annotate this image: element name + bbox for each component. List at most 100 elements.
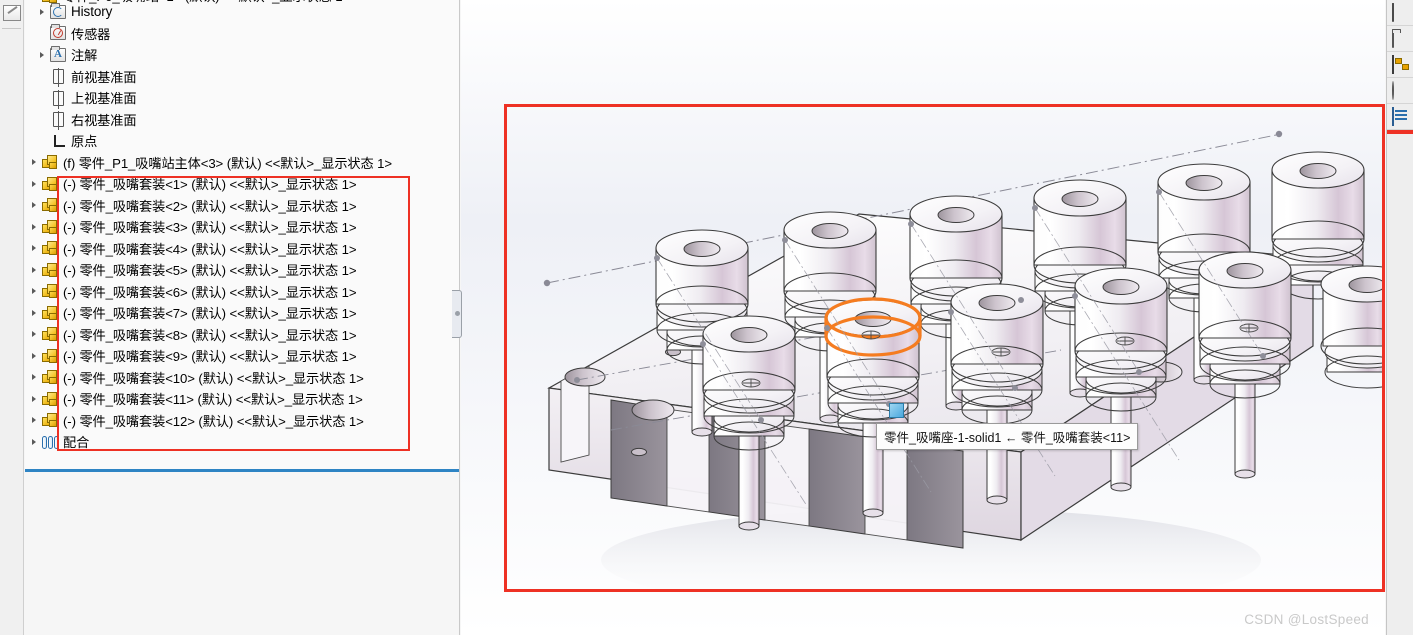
no-arrow-spacer xyxy=(35,23,48,45)
right-task-rail xyxy=(1386,0,1413,635)
tree-row-label: (-) 零件_吸嘴套装<2> (默认) <<默认>_显示状态 1> xyxy=(63,198,357,214)
history-folder-icon xyxy=(48,2,68,21)
no-arrow-spacer xyxy=(35,109,48,131)
graphics-viewport[interactable]: 零件_吸嘴座-1-solid1 ← 零件_吸嘴套装<11> CSDN @Lost… xyxy=(461,0,1385,635)
tree-row-label: (-) 零件_吸嘴套装<10> (默认) <<默认>_显示状态 1> xyxy=(63,370,364,386)
expand-arrow-icon[interactable] xyxy=(27,345,40,367)
tree-row-top-plane[interactable]: 上视基准面 xyxy=(25,87,459,109)
tree-row-nozzle-kit-1[interactable]: (-) 零件_吸嘴套装<1> (默认) <<默认>_显示状态 1> xyxy=(25,173,459,195)
expand-arrow-icon[interactable] xyxy=(27,238,40,260)
plane-icon xyxy=(48,67,68,88)
annotation-folder-icon: A xyxy=(48,45,68,64)
expand-arrow-icon[interactable] xyxy=(27,259,40,281)
tree-row-nozzle-kit-5[interactable]: (-) 零件_吸嘴套装<5> (默认) <<默认>_显示状态 1> xyxy=(25,259,459,281)
tree-row-label: 配合 xyxy=(63,435,90,451)
sensor-folder-icon xyxy=(48,24,68,42)
tree-row-label: 右视基准面 xyxy=(71,112,137,128)
panel-splitter-handle[interactable] xyxy=(452,290,464,338)
expand-arrow-icon[interactable] xyxy=(35,1,48,23)
plane-icon xyxy=(48,89,68,109)
origin-icon xyxy=(48,132,68,150)
expand-arrow-icon[interactable] xyxy=(27,388,40,410)
tree-row-nozzle-kit-3[interactable]: (-) 零件_吸嘴套装<3> (默认) <<默认>_显示状态 1> xyxy=(25,216,459,238)
tree-row-label: (-) 零件_吸嘴套装<11> (默认) <<默认>_显示状态 1> xyxy=(63,392,363,408)
left-command-rail xyxy=(0,0,24,635)
tree-row-label: (-) 零件_吸嘴套装<5> (默认) <<默认>_显示状态 1> xyxy=(63,263,357,279)
component-icon xyxy=(40,411,60,429)
mouse-cursor-selection-chip xyxy=(889,403,904,418)
expand-arrow-icon[interactable] xyxy=(27,302,40,324)
component-icon xyxy=(40,304,60,322)
tree-row-nozzle-kit-8[interactable]: (-) 零件_吸嘴套装<8> (默认) <<默认>_显示状态 1> xyxy=(25,324,459,346)
expand-arrow-icon[interactable] xyxy=(27,410,40,432)
expand-arrow-icon[interactable] xyxy=(35,44,48,66)
tree-row-component-main-body[interactable]: (f) 零件_P1_吸嘴站主体<3> (默认) <<默认>_显示状态 1> xyxy=(25,152,459,174)
no-arrow-spacer xyxy=(35,87,48,109)
expand-arrow-icon[interactable] xyxy=(27,173,40,195)
tree-row-nozzle-kit-12[interactable]: (-) 零件_吸嘴套装<12> (默认) <<默认>_显示状态 1> xyxy=(25,410,459,432)
plane-icon xyxy=(48,110,68,131)
tree-row-nozzle-kit-4[interactable]: (-) 零件_吸嘴套装<4> (默认) <<默认>_显示状态 1> xyxy=(25,238,459,260)
tree-row-nozzle-kit-9[interactable]: (-) 零件_吸嘴套装<9> (默认) <<默认>_显示状态 1> xyxy=(25,345,459,367)
component-icon xyxy=(40,261,60,279)
component-icon xyxy=(40,325,60,343)
no-arrow-spacer xyxy=(35,66,48,88)
configuration-manager-icon[interactable] xyxy=(1387,52,1413,78)
expand-arrow-icon[interactable] xyxy=(27,195,40,217)
expand-arrow-icon[interactable] xyxy=(27,431,40,453)
tree-row-label: (f) 零件_P1_吸嘴站主体<3> (默认) <<默认>_显示状态 1> xyxy=(63,155,393,171)
tree-row-origin[interactable]: 原点 xyxy=(25,130,459,152)
tree-row-nozzle-kit-10[interactable]: (-) 零件_吸嘴套装<10> (默认) <<默认>_显示状态 1> xyxy=(25,367,459,389)
expand-arrow-icon[interactable] xyxy=(27,281,40,303)
tree-empty-area xyxy=(25,472,459,635)
tree-row-label: (-) 零件_吸嘴套装<6> (默认) <<默认>_显示状态 1> xyxy=(63,284,357,300)
tree-row-nozzle-kit-6[interactable]: (-) 零件_吸嘴套装<6> (默认) <<默认>_显示状态 1> xyxy=(25,281,459,303)
tree-row-right-plane[interactable]: 右视基准面 xyxy=(25,109,459,131)
rail-divider xyxy=(2,28,21,29)
tree-row-mates[interactable]: 配合 xyxy=(25,431,459,453)
appearances-globe-icon[interactable] xyxy=(1387,78,1413,104)
component-icon xyxy=(40,175,60,193)
component-icon xyxy=(40,153,60,171)
rail-red-marker xyxy=(1387,130,1413,134)
expand-arrow-icon[interactable] xyxy=(27,152,40,174)
tree-row-label: History xyxy=(71,4,113,20)
folder-icon[interactable] xyxy=(1387,26,1413,52)
solidworks-window: 零件_P0_吸嘴站<1> (默认) <<默认>_显示状态 1> History … xyxy=(0,0,1413,635)
tree-row-label: (-) 零件_吸嘴套装<3> (默认) <<默认>_显示状态 1> xyxy=(63,220,357,236)
display-manager-icon[interactable] xyxy=(1387,0,1413,26)
display-pane-icon[interactable] xyxy=(1387,104,1413,130)
expand-arrow-icon[interactable] xyxy=(27,367,40,389)
tree-row-label: (-) 零件_吸嘴套装<1> (默认) <<默认>_显示状态 1> xyxy=(63,177,357,193)
tree-row-nozzle-kit-11[interactable]: (-) 零件_吸嘴套装<11> (默认) <<默认>_显示状态 1> xyxy=(25,388,459,410)
tree-row-nozzle-kit-7[interactable]: (-) 零件_吸嘴套装<7> (默认) <<默认>_显示状态 1> xyxy=(25,302,459,324)
component-icon xyxy=(40,218,60,236)
tree-row-label: 注解 xyxy=(71,48,98,64)
tree-row-front-plane[interactable]: 前视基准面 xyxy=(25,66,459,88)
tree-row-label: (-) 零件_吸嘴套装<9> (默认) <<默认>_显示状态 1> xyxy=(63,349,357,365)
expand-arrow-icon[interactable] xyxy=(27,324,40,346)
edit-sketch-icon[interactable] xyxy=(0,0,24,26)
component-icon xyxy=(40,196,60,214)
component-icon xyxy=(40,239,60,257)
tree-row-annotations[interactable]: A 注解 xyxy=(25,44,459,66)
splitter-dot-icon xyxy=(455,311,460,316)
tree-row-label: (-) 零件_吸嘴套装<4> (默认) <<默认>_显示状态 1> xyxy=(63,241,357,257)
feature-manager-tree-panel[interactable]: 零件_P0_吸嘴站<1> (默认) <<默认>_显示状态 1> History … xyxy=(25,0,460,635)
feature-tree-list[interactable]: 零件_P0_吸嘴站<1> (默认) <<默认>_显示状态 1> History … xyxy=(25,0,459,470)
tree-row-nozzle-kit-2[interactable]: (-) 零件_吸嘴套装<2> (默认) <<默认>_显示状态 1> xyxy=(25,195,459,217)
tree-row-label: (-) 零件_吸嘴套装<8> (默认) <<默认>_显示状态 1> xyxy=(63,327,357,343)
component-icon xyxy=(40,390,60,408)
tree-row-history[interactable]: History xyxy=(25,1,459,23)
tree-row-label: 原点 xyxy=(71,134,98,150)
tree-row-sensors[interactable]: 传感器 xyxy=(25,23,459,45)
component-icon xyxy=(40,368,60,386)
model-3d-view[interactable] xyxy=(461,0,1385,635)
expand-arrow-icon[interactable] xyxy=(27,216,40,238)
component-icon xyxy=(40,282,60,300)
watermark-text: CSDN @LostSpeed xyxy=(1244,612,1369,627)
tree-row-label: (-) 零件_吸嘴套装<12> (默认) <<默认>_显示状态 1> xyxy=(63,413,364,429)
tree-row-label: 上视基准面 xyxy=(71,91,137,107)
selection-tooltip: 零件_吸嘴座-1-solid1 ← 零件_吸嘴套装<11> xyxy=(876,423,1139,450)
no-arrow-spacer xyxy=(35,130,48,152)
